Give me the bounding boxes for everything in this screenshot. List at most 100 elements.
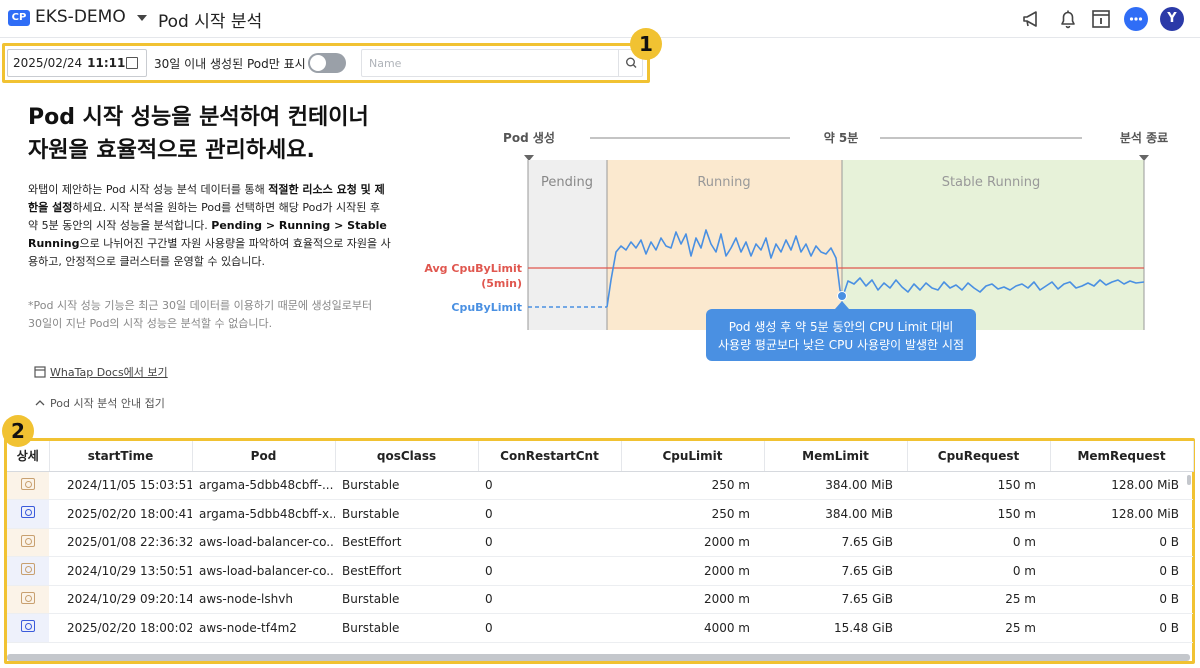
table-row[interactable]: 2024/11/05 15:03:51 argama-5dbb48cbff-...… [7,471,1193,500]
docs-link[interactable]: WhaTap Docs에서 보기 [34,364,168,380]
intro-text-a: 와탭이 제안하는 Pod 시작 성능 분석 데이터를 통해 [28,183,269,196]
detail-cell[interactable] [7,471,49,500]
tooltip-line-1: Pod 생성 후 약 5분 동안의 CPU Limit 대비 [729,319,953,334]
cell-restart: 0 [478,585,621,614]
recent-pods-toggle[interactable] [308,53,346,73]
intro-note: *Pod 시작 성능 기능은 최근 30일 데이터를 이용하기 때문에 생성일로… [28,299,373,330]
horizontal-scrollbar[interactable] [7,654,1190,661]
intro-title-line-2: 자원을 효율적으로 관리하세요. [28,138,315,163]
cell-memreq: 0 B [1050,556,1193,586]
table-row[interactable]: 2025/02/20 18:00:41 argama-5dbb48cbff-x..… [7,499,1193,529]
cell-cpulimit: 250 m [621,471,764,500]
table-header-row: 상세 startTime Pod qosClass ConRestartCnt … [7,441,1194,472]
column-header-cpulimit[interactable]: CpuLimit [621,441,765,472]
cell-starttime: 2025/02/20 18:00:02 [49,613,192,643]
cell-restart: 0 [478,556,621,586]
collapse-guide-label: Pod 시작 분석 안내 접기 [50,397,165,410]
detail-cell[interactable] [7,528,49,557]
chevron-up-icon [35,400,45,406]
date-picker[interactable]: 2025/02/24 11:11 [7,49,147,77]
low-cpu-point [837,291,847,301]
column-header-memrequest[interactable]: MemRequest [1050,441,1194,472]
column-header-conrestartcnt[interactable]: ConRestartCnt [478,441,622,472]
cell-pod: argama-5dbb48cbff-x... [192,499,335,529]
cell-starttime: 2024/11/05 15:03:51 [49,471,192,500]
callout-badge-2: 2 [2,415,34,447]
detail-icon[interactable] [21,506,35,519]
detail-icon[interactable] [21,477,35,490]
name-search-input[interactable] [361,49,643,77]
vertical-scrollbar[interactable] [1187,475,1191,485]
cell-memlimit: 384.00 MiB [764,499,907,529]
detail-cell[interactable] [7,613,49,643]
chevron-down-icon[interactable] [137,15,147,21]
avg-cpu-label: Avg CpuByLimit [424,262,522,275]
tooltip-line-2: 사용량 평균보다 낮은 CPU 사용량이 발생한 시점 [718,338,964,352]
cell-memlimit: 15.48 GiB [764,613,907,643]
docs-link-label: WhaTap Docs에서 보기 [50,366,168,379]
phase-stable-label: Stable Running [942,175,1041,190]
cell-cpureq: 0 m [907,556,1050,586]
detail-icon[interactable] [21,534,35,547]
cell-restart: 0 [478,499,621,529]
phase-pending-label: Pending [541,175,593,190]
detail-icon[interactable] [21,620,35,633]
cell-memlimit: 7.65 GiB [764,556,907,586]
cell-pod: aws-load-balancer-co... [192,556,335,586]
column-header-starttime[interactable]: startTime [49,441,193,472]
cell-memlimit: 7.65 GiB [764,585,907,614]
calendar-icon[interactable] [126,57,138,69]
cell-memreq: 0 B [1050,585,1193,614]
column-header-qosclass[interactable]: qosClass [335,441,479,472]
recent-pods-toggle-label: 30일 이내 생성된 Pod만 표시 [154,57,306,71]
table-row[interactable]: 2025/01/08 22:36:32 aws-load-balancer-co.… [7,528,1193,557]
analysis-end-label: 분석 종료 [1120,131,1168,145]
cell-memlimit: 384.00 MiB [764,471,907,500]
detail-cell[interactable] [7,499,49,529]
cell-qos: Burstable [335,499,478,529]
detail-icon[interactable] [21,591,35,604]
detail-cell[interactable] [7,585,49,614]
cell-qos: Burstable [335,585,478,614]
detail-icon[interactable] [21,563,35,576]
cell-cpulimit: 2000 m [621,585,764,614]
table-row[interactable]: 2025/02/20 18:00:02 aws-node-tf4m2 Burstab… [7,613,1193,643]
date-value: 2025/02/24 [13,56,83,70]
callout-badge-1: 1 [630,28,662,60]
cell-memlimit: 7.65 GiB [764,528,907,557]
project-selector[interactable]: EKS-DEMO [35,7,126,27]
megaphone-icon[interactable] [1021,8,1043,30]
page-title: Pod 시작 분석 [158,12,263,32]
avatar[interactable]: Y [1160,7,1184,31]
cell-pod: argama-5dbb48cbff-... [192,471,335,500]
document-icon [34,366,46,378]
table-row[interactable]: 2024/10/29 13:50:51 aws-load-balancer-co.… [7,556,1193,586]
cell-cpureq: 150 m [907,471,1050,500]
duration-label: 약 5분 [824,130,859,145]
cell-cpureq: 25 m [907,585,1050,614]
calendar-info-icon[interactable] [1090,8,1112,30]
bell-icon[interactable] [1057,8,1079,30]
time-value: 11:11 [87,56,126,70]
cell-memreq: 0 B [1050,528,1193,557]
toggle-knob [310,55,326,71]
detail-cell[interactable] [7,556,49,586]
column-header-pod[interactable]: Pod [192,441,336,472]
cell-restart: 0 [478,528,621,557]
cell-starttime: 2025/02/20 18:00:41 [49,499,192,529]
cell-qos: Burstable [335,471,478,500]
cell-qos: BestEffort [335,556,478,586]
column-header-memlimit[interactable]: MemLimit [764,441,908,472]
cell-qos: BestEffort [335,528,478,557]
cell-restart: 0 [478,613,621,643]
cell-cpulimit: 2000 m [621,528,764,557]
cell-cpulimit: 2000 m [621,556,764,586]
table-row[interactable]: 2024/10/29 09:20:14 aws-node-lshvh Burstab… [7,585,1193,614]
column-header-cpurequest[interactable]: CpuRequest [907,441,1051,472]
chat-icon[interactable] [1124,7,1148,31]
phase-running-label: Running [697,175,750,190]
cell-restart: 0 [478,471,621,500]
cell-cpulimit: 250 m [621,499,764,529]
collapse-guide-link[interactable]: Pod 시작 분석 안내 접기 [34,395,165,411]
cell-pod: aws-node-lshvh [192,585,335,614]
